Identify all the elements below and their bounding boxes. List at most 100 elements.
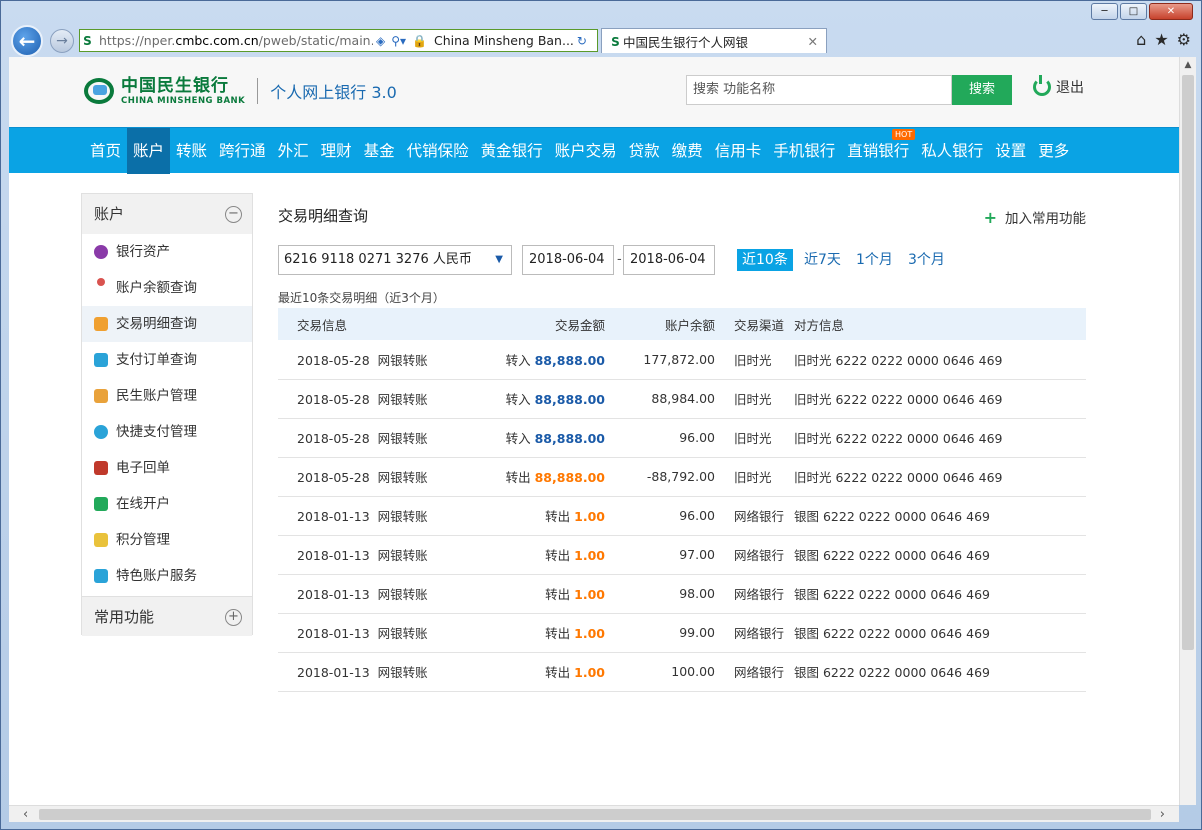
table-row[interactable]: 2018-01-13 网银转账 转出 1.00 99.00 网络银行 银图 6222 0… [278, 613, 1086, 653]
nav-item-credit-card[interactable]: 信用卡 [709, 128, 768, 174]
nav-item-insurance[interactable]: 代销保险 [401, 128, 475, 174]
range-3-months[interactable]: 3个月 [903, 249, 950, 271]
search-button[interactable]: 搜索 [952, 75, 1012, 105]
shield-icon[interactable]: ◈ [373, 34, 388, 48]
sidebar-item-quick-pay[interactable]: 快捷支付管理 [82, 414, 252, 450]
range-1-month[interactable]: 1个月 [851, 249, 898, 271]
sidebar-item-label: 电子回单 [116, 460, 170, 476]
sidebar-item-label: 快捷支付管理 [116, 424, 197, 440]
transaction-date: 2018-01-13 [297, 665, 370, 680]
collapse-icon[interactable]: − [225, 206, 242, 223]
logout-button[interactable]: 退出 [1033, 75, 1084, 97]
nav-item-payments[interactable]: 缴费 [666, 128, 709, 174]
sidebar-item-label: 支付订单查询 [116, 352, 197, 368]
vertical-scroll-thumb[interactable] [1182, 75, 1194, 650]
nav-item-home[interactable]: 首页 [84, 128, 127, 174]
nav-item-account[interactable]: 账户 [127, 127, 171, 174]
column-header: 交易信息 [278, 308, 448, 340]
date-from-field[interactable]: 2018-06-04 [522, 245, 614, 275]
column-header: 交易渠道 [715, 308, 794, 340]
browser-tab[interactable]: S 中国民生银行个人网银 ✕ [601, 28, 827, 53]
table-row[interactable]: 2018-05-28 网银转账 转入 88,888.00 88,984.00 旧时光旧… [278, 379, 1086, 419]
sidebar-item-orders[interactable]: 支付订单查询 [82, 342, 252, 378]
star-icon[interactable]: ★ [1154, 30, 1168, 49]
back-arrow-icon[interactable]: ← [11, 25, 43, 57]
table-row[interactable]: 2018-01-13 网银转账 转出 1.00 98.00 网络银行 银图 6222 0… [278, 574, 1086, 614]
vertical-scrollbar[interactable]: ▲ [1179, 57, 1196, 805]
range-last-10[interactable]: 近10条 [737, 249, 793, 271]
horizontal-scrollbar[interactable]: ‹ › [9, 805, 1179, 822]
minimize-button[interactable]: ─ [1091, 3, 1118, 20]
expand-icon[interactable]: + [225, 609, 242, 626]
sidebar-item-points[interactable]: 积分管理 [82, 522, 252, 558]
nav-item-wealth[interactable]: 理财 [315, 128, 358, 174]
transaction-direction: 转入 [505, 392, 531, 407]
transaction-info-cell: 2018-05-28 网银转账 [278, 457, 448, 497]
sidebar-item-label: 账户余额查询 [116, 280, 197, 296]
nav-item-mobile[interactable]: 手机银行 [767, 128, 841, 174]
order-icon [94, 353, 108, 367]
nav-item-gold[interactable]: 黄金银行 [475, 128, 549, 174]
tab-title: 中国民生银行个人网银 [623, 34, 749, 50]
sidebar-item-open-account[interactable]: 在线开户 [82, 486, 252, 522]
sidebar-section-header[interactable]: 账户 − [82, 194, 252, 234]
site-identity[interactable]: China Minsheng Ban... [430, 33, 574, 48]
refresh-icon[interactable]: ↻ [574, 34, 590, 48]
search-icon[interactable]: ⚲▾ [388, 34, 409, 48]
scroll-up-icon[interactable]: ▲ [1180, 57, 1196, 73]
close-window-button[interactable]: ✕ [1149, 3, 1193, 20]
transaction-date: 2018-01-13 [297, 509, 370, 524]
url-text[interactable]: https://nper.cmbc.com.cn/pweb/static/mai… [95, 33, 373, 48]
home-icon[interactable]: ⌂ [1136, 30, 1146, 49]
nav-item-forex[interactable]: 外汇 [272, 128, 315, 174]
counterparty-info: 旧时光 6222 0222 0000 0646 469 [794, 340, 1086, 380]
favorites-section-header[interactable]: 常用功能 + [82, 596, 252, 636]
nav-item-more[interactable]: 更多 [1032, 128, 1075, 174]
sidebar: 账户 − 银行资产 账户余额查询 交易明细查询 支付订单查询 民生账户管理 快捷… [81, 193, 253, 636]
table-row[interactable]: 2018-05-28 网银转账 转出 88,888.00 -88,792.00 旧时光… [278, 457, 1086, 497]
bank-logo[interactable]: 中国民生银行 CHINA MINSHENG BANK 个人网上银行 3.0 [81, 75, 397, 107]
sidebar-item-special[interactable]: 特色账户服务 [82, 558, 252, 594]
sidebar-item-account-manage[interactable]: 民生账户管理 [82, 378, 252, 414]
scroll-right-icon[interactable]: › [1160, 806, 1165, 823]
nav-item-private[interactable]: 私人银行 [915, 128, 989, 174]
transaction-channel: 旧时光 [715, 379, 794, 419]
maximize-button[interactable]: □ [1120, 3, 1147, 20]
nav-item-loans[interactable]: 贷款 [623, 128, 666, 174]
address-bar[interactable]: S https://nper.cmbc.com.cn/pweb/static/m… [79, 29, 598, 52]
tab-favicon-icon: S [611, 34, 620, 49]
forward-arrow-icon[interactable]: → [50, 29, 74, 53]
transaction-amount: 1.00 [574, 665, 605, 680]
tab-close-icon[interactable]: ✕ [808, 34, 818, 49]
function-search-input[interactable]: 搜索 功能名称 [686, 75, 952, 105]
table-row[interactable]: 2018-05-28 网银转账 转入 88,888.00 96.00 旧时光 旧时光 6… [278, 418, 1086, 458]
date-to-field[interactable]: 2018-06-04 [623, 245, 715, 275]
nav-item-funds[interactable]: 基金 [358, 128, 401, 174]
table-row[interactable]: 2018-01-13 网银转账 转出 1.00 100.00 网络银行 银图 6222 … [278, 652, 1086, 692]
sidebar-item-receipt[interactable]: 电子回单 [82, 450, 252, 486]
nav-item-direct-bank[interactable]: 直销银行 HOT [841, 128, 916, 174]
counterparty-info: 旧时光 6222 0222 0000 0646 469 [794, 379, 1086, 419]
scroll-left-icon[interactable]: ‹ [23, 806, 28, 823]
browser-toolbar: ⌂ ★ ⚙ [1136, 30, 1191, 49]
sidebar-item-assets[interactable]: 银行资产 [82, 234, 252, 270]
transaction-amount: 1.00 [574, 509, 605, 524]
range-7-days[interactable]: 近7天 [799, 249, 846, 271]
table-row[interactable]: 2018-01-13 网银转账 转出 1.00 97.00 网络银行 银图 6222 0… [278, 535, 1086, 575]
account-select[interactable]: 6216 9118 0271 3276 人民币 ▼ [278, 245, 512, 275]
nav-item-interbank[interactable]: 跨行通 [213, 128, 272, 174]
product-name: 个人网上银行 3.0 [270, 83, 397, 102]
gear-icon[interactable]: ⚙ [1177, 30, 1191, 49]
page-title: 交易明细查询 [278, 207, 369, 225]
sidebar-item-balance[interactable]: 账户余额查询 [82, 270, 252, 306]
nav-item-transfer[interactable]: 转账 [170, 128, 213, 174]
nav-item-settings[interactable]: 设置 [989, 128, 1032, 174]
table-row[interactable]: 2018-01-13 网银转账 转出 1.00 96.00 网络银行 银图 6222 0… [278, 496, 1086, 536]
counterparty-info: 银图 6222 0222 0000 0646 469 [794, 574, 1086, 614]
nav-item-account-trading[interactable]: 账户交易 [549, 128, 623, 174]
horizontal-scroll-thumb[interactable] [39, 809, 1151, 820]
table-row[interactable]: 2018-05-28 网银转账 转入 88,888.00 177,872.00 旧时光… [278, 340, 1086, 380]
sidebar-item-transactions[interactable]: 交易明细查询 [82, 306, 252, 342]
add-favorite-button[interactable]: + 加入常用功能 [984, 207, 1086, 227]
transaction-amount: 1.00 [574, 626, 605, 641]
